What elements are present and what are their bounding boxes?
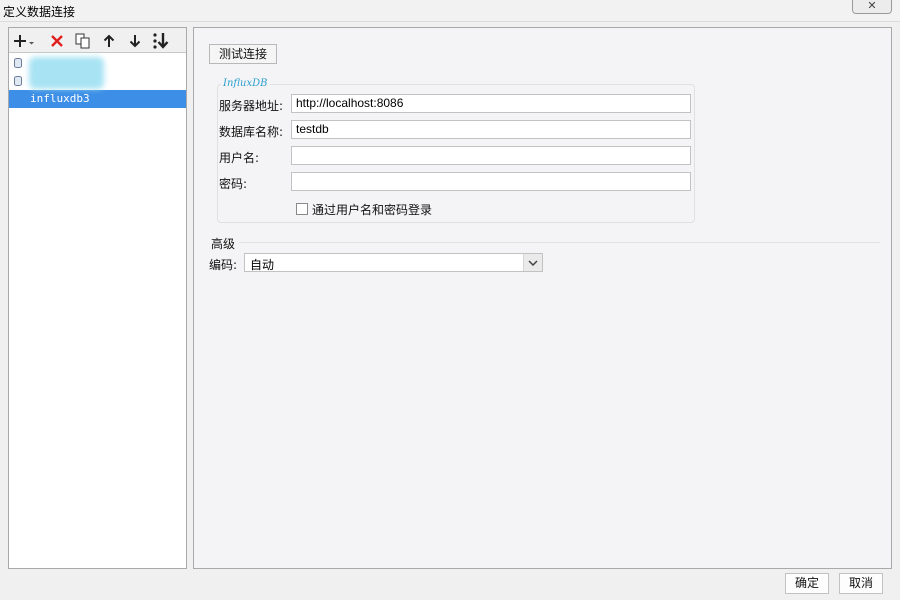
- delete-icon: [50, 34, 64, 48]
- database-name-input[interactable]: testdb: [291, 120, 691, 139]
- sort-button[interactable]: [150, 31, 172, 50]
- cancel-button[interactable]: 取消: [839, 573, 883, 594]
- database-name-label: 数据库名称:: [219, 125, 284, 139]
- username-input[interactable]: [291, 146, 691, 165]
- delete-connection-button[interactable]: [46, 31, 68, 50]
- window-title: 定义数据连接: [3, 5, 76, 19]
- ok-button[interactable]: 确定: [785, 573, 829, 594]
- close-button[interactable]: ✕: [852, 0, 892, 14]
- password-label: 密码:: [219, 177, 248, 191]
- connection-toolbar: [9, 28, 186, 53]
- test-connection-button[interactable]: 测试连接: [209, 44, 277, 64]
- connection-list-panel: ◀ influxdb3: [8, 27, 196, 569]
- arrow-up-icon: [103, 34, 115, 48]
- section-divider: [239, 242, 880, 243]
- connection-settings-panel: 测试连接 InfluxDB 服务器地址: http://localhost:80…: [193, 27, 892, 569]
- advanced-section-title: 高级: [211, 237, 236, 251]
- copy-connection-button[interactable]: [72, 31, 94, 50]
- server-address-label: 服务器地址:: [219, 99, 284, 113]
- list-item-selected[interactable]: influxdb3: [9, 90, 186, 108]
- plus-dropdown-icon: [13, 33, 35, 49]
- encoding-select[interactable]: 自动: [244, 253, 543, 272]
- arrow-down-icon: [129, 34, 141, 48]
- title-bar: 定义数据连接 ✕: [0, 0, 900, 22]
- move-down-button[interactable]: [124, 31, 146, 50]
- auth-login-checkbox-label[interactable]: 通过用户名和密码登录: [312, 201, 432, 218]
- encoding-selected-value: 自动: [250, 258, 275, 272]
- define-data-connection-dialog: 定义数据连接 ✕ influxdb3 测试连接 InfluxDB 服务器地址: …: [0, 0, 900, 600]
- database-icon: [14, 76, 22, 86]
- sort-down-icon: [152, 32, 170, 50]
- username-label: 用户名:: [219, 151, 260, 165]
- encoding-label: 编码:: [209, 258, 238, 272]
- connection-name: influxdb3: [30, 92, 90, 105]
- auth-login-checkbox[interactable]: [296, 203, 308, 215]
- move-up-button[interactable]: [98, 31, 120, 50]
- server-address-input[interactable]: http://localhost:8086: [291, 94, 691, 113]
- close-icon: ✕: [867, 0, 877, 12]
- chevron-down-icon[interactable]: [523, 254, 542, 271]
- copy-icon: [75, 33, 91, 49]
- password-input[interactable]: [291, 172, 691, 191]
- database-icon: [14, 58, 22, 68]
- group-title: InfluxDB: [221, 78, 270, 89]
- redacted-mask: [29, 57, 104, 89]
- add-connection-button[interactable]: [13, 31, 35, 50]
